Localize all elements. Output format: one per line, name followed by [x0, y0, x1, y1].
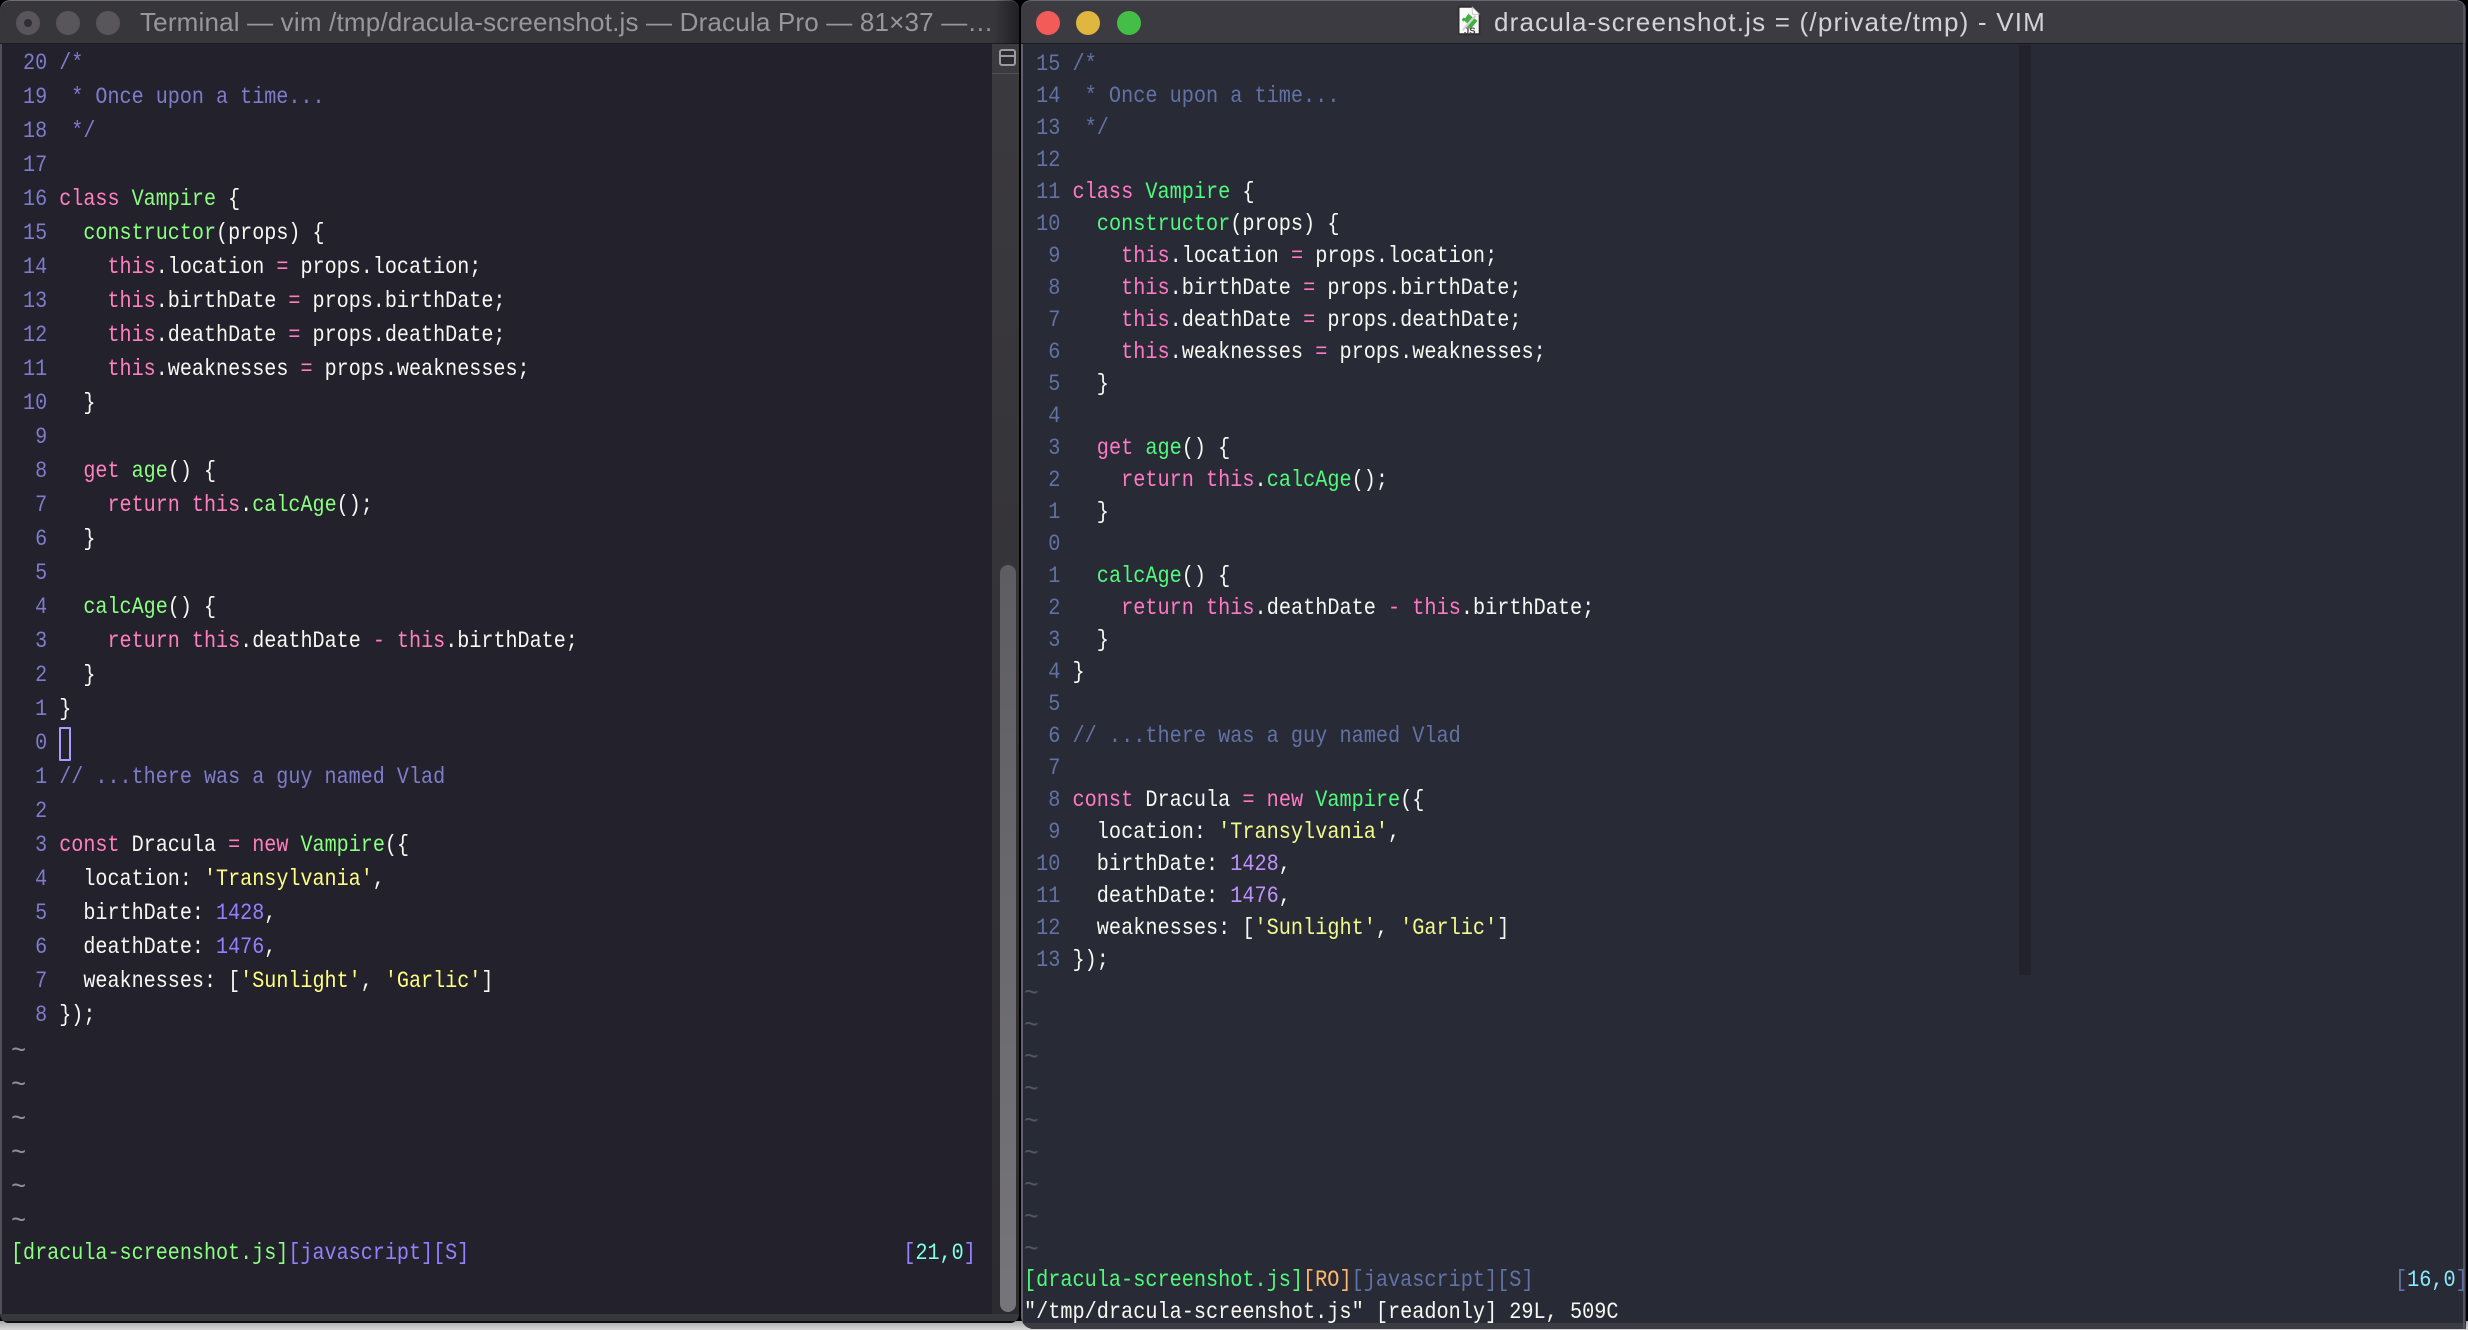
svg-text:JS: JS: [1464, 26, 1476, 36]
